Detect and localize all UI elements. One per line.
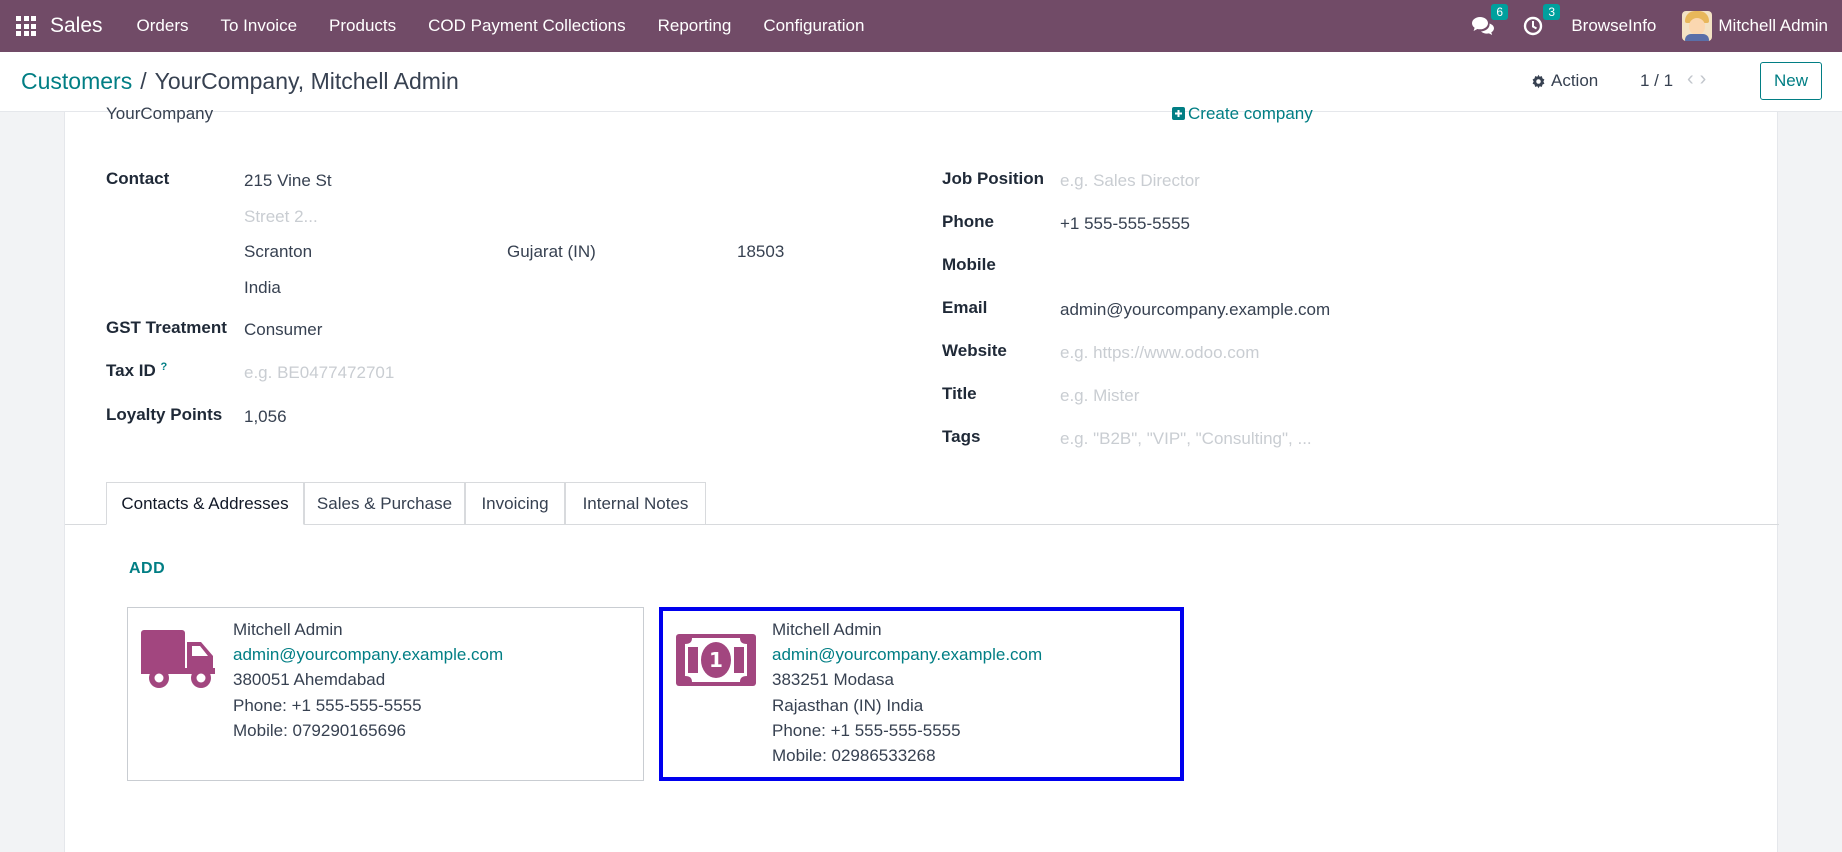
- messages-count-badge: 6: [1491, 4, 1509, 20]
- email-field[interactable]: admin@yourcompany.example.com: [1060, 300, 1330, 320]
- app-brand[interactable]: Sales: [50, 14, 103, 38]
- company-switcher[interactable]: BrowseInfo: [1571, 16, 1656, 36]
- menu-configuration[interactable]: Configuration: [747, 16, 880, 36]
- invoice-address-card[interactable]: 1 Mitchell Admin admin@yourcompany.examp…: [659, 607, 1184, 781]
- top-navbar: Sales Orders To Invoice Products COD Pay…: [0, 0, 1842, 52]
- control-panel: Customers / YourCompany, Mitchell Admin Ac…: [0, 52, 1842, 112]
- apps-menu-icon[interactable]: [16, 16, 36, 36]
- menu-to-invoice[interactable]: To Invoice: [205, 16, 314, 36]
- card-address-line: 380051 Ahemdabad: [233, 670, 386, 689]
- title-field[interactable]: e.g. Mister: [1060, 386, 1139, 406]
- mobile-field[interactable]: [1060, 257, 1360, 277]
- card-contact-email[interactable]: admin@yourcompany.example.com: [233, 645, 503, 665]
- tab-sales-purchase[interactable]: Sales & Purchase: [304, 482, 465, 525]
- user-menu[interactable]: Mitchell Admin: [1682, 11, 1828, 41]
- avatar: [1682, 11, 1713, 41]
- breadcrumb-separator: /: [140, 68, 147, 94]
- new-button[interactable]: New: [1760, 62, 1822, 100]
- street-field[interactable]: 215 Vine St: [244, 171, 332, 191]
- tags-label: Tags: [942, 427, 981, 446]
- loyalty-points-label: Loyalty Points: [106, 405, 223, 424]
- phone-field[interactable]: +1 555-555-5555: [1060, 214, 1190, 234]
- add-contact-button[interactable]: ADD: [129, 560, 165, 578]
- zip-field[interactable]: 18503: [737, 242, 784, 262]
- menu-products[interactable]: Products: [313, 16, 412, 36]
- card-phone: Phone: +1 555-555-5555: [772, 721, 961, 740]
- activities-button[interactable]: 3: [1523, 4, 1561, 36]
- clock-icon: [1524, 16, 1543, 36]
- user-name: Mitchell Admin: [1718, 16, 1828, 35]
- chevron-right-icon[interactable]: ›: [1700, 68, 1713, 90]
- tab-internal-notes[interactable]: Internal Notes: [565, 482, 706, 525]
- svg-text:1: 1: [709, 648, 723, 672]
- street2-field[interactable]: Street 2...: [244, 207, 318, 227]
- state-field[interactable]: Gujarat (IN): [507, 242, 596, 262]
- truck-icon: [141, 630, 215, 688]
- website-label: Website: [942, 341, 1007, 360]
- tax-id-field[interactable]: e.g. BE0477472701: [244, 363, 394, 383]
- messages-button[interactable]: 6: [1471, 4, 1509, 36]
- breadcrumb: Customers / YourCompany, Mitchell Admin: [21, 68, 459, 95]
- card-contact-email[interactable]: admin@yourcompany.example.com: [772, 645, 1042, 665]
- job-position-field[interactable]: e.g. Sales Director: [1060, 171, 1200, 191]
- create-company-label: Create company: [1188, 104, 1313, 123]
- card-address-region: Rajasthan (IN) India: [772, 696, 924, 715]
- tax-id-label: Tax ID ?: [106, 361, 168, 380]
- pager-value[interactable]: 1 / 1: [1640, 71, 1673, 91]
- menu-orders[interactable]: Orders: [121, 16, 205, 36]
- activities-count-badge: 3: [1543, 4, 1561, 20]
- tab-contacts-addresses[interactable]: Contacts & Addresses: [106, 482, 304, 525]
- menu-reporting[interactable]: Reporting: [642, 16, 748, 36]
- card-mobile: Mobile: 02986533268: [772, 746, 936, 765]
- plus-square-icon: [1172, 107, 1185, 120]
- website-field[interactable]: e.g. https://www.odoo.com: [1060, 343, 1259, 363]
- action-button[interactable]: Action: [1531, 71, 1598, 91]
- email-label: Email: [942, 298, 988, 317]
- contact-label: Contact: [106, 169, 170, 188]
- gst-treatment-field[interactable]: Consumer: [244, 320, 322, 340]
- card-contact-name: Mitchell Admin: [772, 620, 882, 639]
- money-bill-icon: 1: [676, 634, 756, 686]
- card-phone: Phone: +1 555-555-5555: [233, 696, 422, 715]
- chevron-left-icon[interactable]: ‹: [1687, 68, 1700, 90]
- action-label: Action: [1551, 71, 1599, 90]
- city-field[interactable]: Scranton: [244, 242, 312, 262]
- gst-treatment-label: GST Treatment: [106, 318, 227, 337]
- job-position-label: Job Position: [942, 169, 1044, 188]
- tags-field[interactable]: e.g. "B2B", "VIP", "Consulting", ...: [1060, 429, 1312, 449]
- country-field[interactable]: India: [244, 278, 281, 298]
- mobile-label: Mobile: [942, 255, 996, 274]
- tax-id-help-icon[interactable]: ?: [161, 361, 168, 373]
- company-name-field[interactable]: YourCompany: [106, 104, 213, 124]
- tab-invoicing[interactable]: Invoicing: [465, 482, 565, 525]
- pager-arrows: ‹›: [1687, 68, 1712, 91]
- breadcrumb-current: YourCompany, Mitchell Admin: [154, 68, 459, 94]
- breadcrumb-customers[interactable]: Customers: [21, 68, 132, 94]
- loyalty-points-field[interactable]: 1,056: [244, 407, 287, 427]
- form-sheet: YourCompany Create company Contact 215 V…: [64, 104, 1779, 852]
- create-company-link[interactable]: Create company: [1172, 104, 1313, 124]
- menu-cod-payment-collections[interactable]: COD Payment Collections: [412, 16, 641, 36]
- card-contact-name: Mitchell Admin: [233, 620, 343, 639]
- title-label: Title: [942, 384, 977, 403]
- gear-icon: [1532, 74, 1545, 88]
- contact-card[interactable]: Mitchell Admin admin@yourcompany.example…: [127, 607, 644, 781]
- phone-label: Phone: [942, 212, 994, 231]
- card-mobile: Mobile: 079290165696: [233, 721, 406, 740]
- card-address-line: 383251 Modasa: [772, 670, 894, 689]
